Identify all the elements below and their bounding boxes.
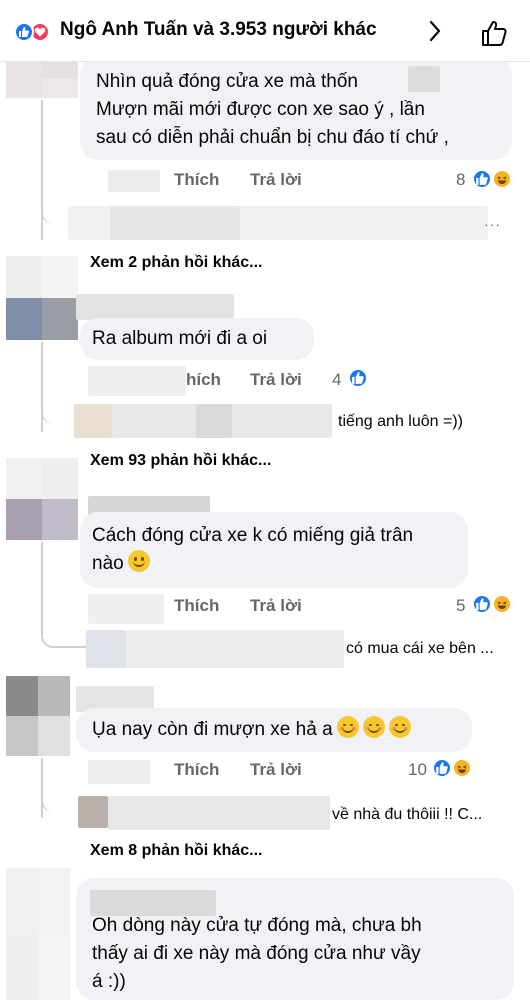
- like-button[interactable]: Thích: [174, 760, 219, 780]
- comment-text-line: nào: [92, 550, 150, 577]
- reply-preview-text[interactable]: có mua cái xe bên ...: [346, 640, 494, 658]
- like-button[interactable]: Thích: [174, 170, 219, 190]
- reply-button[interactable]: Trả lời: [250, 370, 302, 390]
- blurred-timestamp: [88, 760, 150, 784]
- reaction-count[interactable]: 4: [332, 370, 341, 390]
- comment-text-line: Ụa nay còn đi mượn xe hả a: [92, 719, 333, 740]
- haha-reaction-icon: [492, 169, 512, 189]
- blurred-text: [408, 66, 440, 92]
- like-button[interactable]: hích: [186, 370, 221, 390]
- blurred-reply-preview: [126, 630, 344, 668]
- blush-emoji: [336, 716, 359, 738]
- thumbs-up-icon[interactable]: [480, 18, 510, 48]
- blush-emoji: [388, 716, 411, 738]
- reactors-title[interactable]: Ngô Anh Tuấn và 3.953 người khác: [60, 19, 377, 41]
- smile-emoji: [127, 550, 150, 572]
- reaction-summary[interactable]: [14, 22, 54, 42]
- reply-button[interactable]: Trả lời: [250, 596, 302, 616]
- comment-text-line: thấy ai đi xe này mà đóng cửa như vầy: [92, 943, 421, 964]
- blurred-reply-avatar: [78, 796, 108, 828]
- comment-text-line: nào: [92, 553, 124, 574]
- like-button[interactable]: Thích: [174, 596, 219, 616]
- avatar[interactable]: [6, 256, 78, 340]
- reactions-header[interactable]: Ngô Anh Tuấn và 3.953 người khác: [0, 0, 530, 62]
- blurred-reply-avatar: [74, 404, 112, 438]
- reply-preview-text[interactable]: về nhà đu thôiii !! C...: [332, 806, 482, 824]
- haha-reaction-icon: [492, 594, 512, 614]
- comment-text-line: Ụa nay còn đi mượn xe hả a: [92, 716, 411, 743]
- avatar[interactable]: [6, 676, 70, 756]
- comment-text-line: á :)): [92, 971, 126, 992]
- reaction-count[interactable]: 10: [408, 760, 427, 780]
- blurred-reply-avatar: [86, 630, 126, 668]
- comment-text-line: Mượn mãi mới được con xe sao ý , lần: [96, 99, 425, 120]
- comment-text-line: Cách đóng cửa xe k có miếng giả trân: [92, 525, 414, 546]
- blurred-reply-preview: [110, 206, 240, 240]
- more-options-icon[interactable]: ···: [484, 216, 501, 232]
- reaction-count[interactable]: 8: [456, 170, 465, 190]
- comment-text-line: Ra album mới đi a oi: [92, 328, 268, 349]
- thread-line: [41, 542, 43, 634]
- haha-reaction-icon: [452, 758, 472, 778]
- like-reaction-icon: [472, 594, 492, 614]
- blurred-reply-preview: [108, 796, 330, 830]
- avatar[interactable]: [6, 60, 78, 98]
- blurred-reply-preview: [196, 404, 232, 438]
- like-reaction-icon: [472, 169, 492, 189]
- chevron-right-icon[interactable]: [428, 20, 442, 42]
- view-more-replies[interactable]: Xem 93 phản hồi khác...: [90, 452, 271, 470]
- reply-button[interactable]: Trả lời: [250, 170, 302, 190]
- blush-emoji: [362, 716, 385, 738]
- view-more-replies[interactable]: Xem 8 phản hồi khác...: [90, 842, 263, 860]
- like-reaction-icon: [14, 22, 34, 42]
- avatar[interactable]: [6, 868, 70, 1000]
- reply-connector: [41, 398, 69, 424]
- reaction-count[interactable]: 5: [456, 596, 465, 616]
- blurred-timestamp: [108, 170, 160, 192]
- comment-text-line: sau có diễn phải chuẩn bị chu đáo tí chứ…: [96, 127, 449, 148]
- reply-connector: [41, 622, 87, 648]
- avatar[interactable]: [6, 458, 78, 540]
- view-more-replies[interactable]: Xem 2 phản hồi khác...: [90, 254, 263, 272]
- reply-connector: [41, 790, 69, 812]
- thread-line: [41, 758, 43, 818]
- reply-preview-text[interactable]: tiếng anh luôn =)): [338, 413, 463, 431]
- like-reaction-icon: [348, 368, 368, 388]
- comment-text-line: Oh dòng này cửa tự đóng mà, chưa bh: [92, 915, 422, 936]
- blurred-timestamp: [88, 366, 186, 396]
- comment-text-line: Nhìn quả đóng cửa xe mà thốn: [96, 71, 359, 92]
- blurred-timestamp: [88, 594, 164, 624]
- reply-button[interactable]: Trả lời: [250, 760, 302, 780]
- reply-connector: [41, 200, 69, 224]
- blurred-author-name: [76, 294, 234, 320]
- like-reaction-icon: [432, 758, 452, 778]
